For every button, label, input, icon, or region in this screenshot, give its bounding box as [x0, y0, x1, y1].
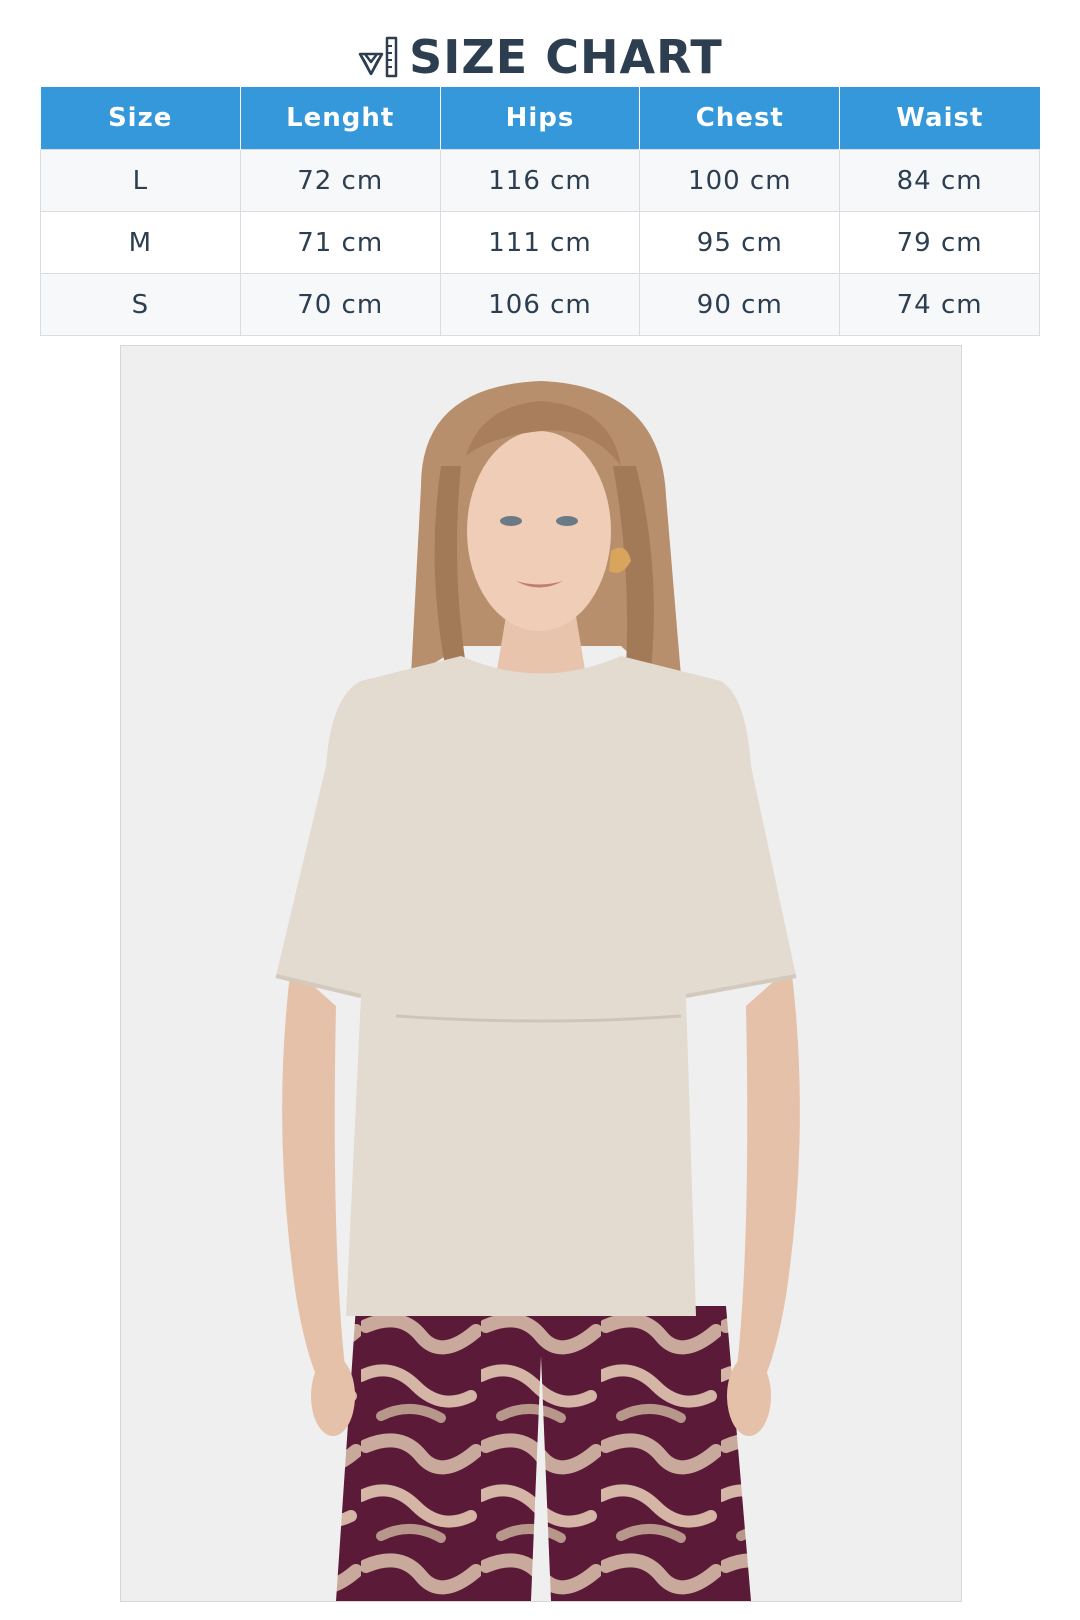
- table-cell-size: S: [40, 273, 241, 336]
- table-cell-waist: 79 cm: [839, 211, 1040, 274]
- table-row: M 71 cm 111 cm 95 cm 79 cm: [40, 211, 1040, 274]
- table-cell-length: 72 cm: [239, 149, 441, 212]
- column-header-chest: Chest: [639, 87, 841, 150]
- page-title: SIZE CHART: [409, 30, 723, 84]
- table-cell-hips: 116 cm: [439, 149, 641, 212]
- table-cell-chest: 100 cm: [639, 149, 841, 212]
- table-cell-chest: 90 cm: [639, 273, 841, 336]
- model-photo-illustration: [121, 346, 961, 1601]
- table-cell-waist: 74 cm: [839, 273, 1040, 336]
- table-cell-length: 71 cm: [239, 211, 441, 274]
- table-header-row: Size Lenght Hips Chest Waist: [40, 87, 1040, 150]
- column-header-length: Lenght: [240, 87, 441, 150]
- ruler-diamond-icon: [357, 34, 399, 80]
- table-cell-hips: 111 cm: [439, 211, 641, 274]
- table-row: S 70 cm 106 cm 90 cm 74 cm: [40, 273, 1040, 336]
- column-header-waist: Waist: [839, 87, 1040, 150]
- size-table: Size Lenght Hips Chest Waist L 72 cm 116…: [40, 87, 1040, 336]
- table-row: L 72 cm 116 cm 100 cm 84 cm: [40, 149, 1040, 212]
- table-cell-waist: 84 cm: [839, 149, 1040, 212]
- table-cell-length: 70 cm: [239, 273, 441, 336]
- table-cell-size: M: [40, 211, 241, 274]
- table-cell-size: L: [40, 149, 241, 212]
- table-cell-chest: 95 cm: [639, 211, 841, 274]
- model-photo: [120, 345, 962, 1602]
- column-header-hips: Hips: [440, 87, 641, 150]
- size-chart-title: SIZE CHART: [0, 22, 1080, 92]
- table-cell-hips: 106 cm: [439, 273, 641, 336]
- column-header-size: Size: [40, 87, 241, 150]
